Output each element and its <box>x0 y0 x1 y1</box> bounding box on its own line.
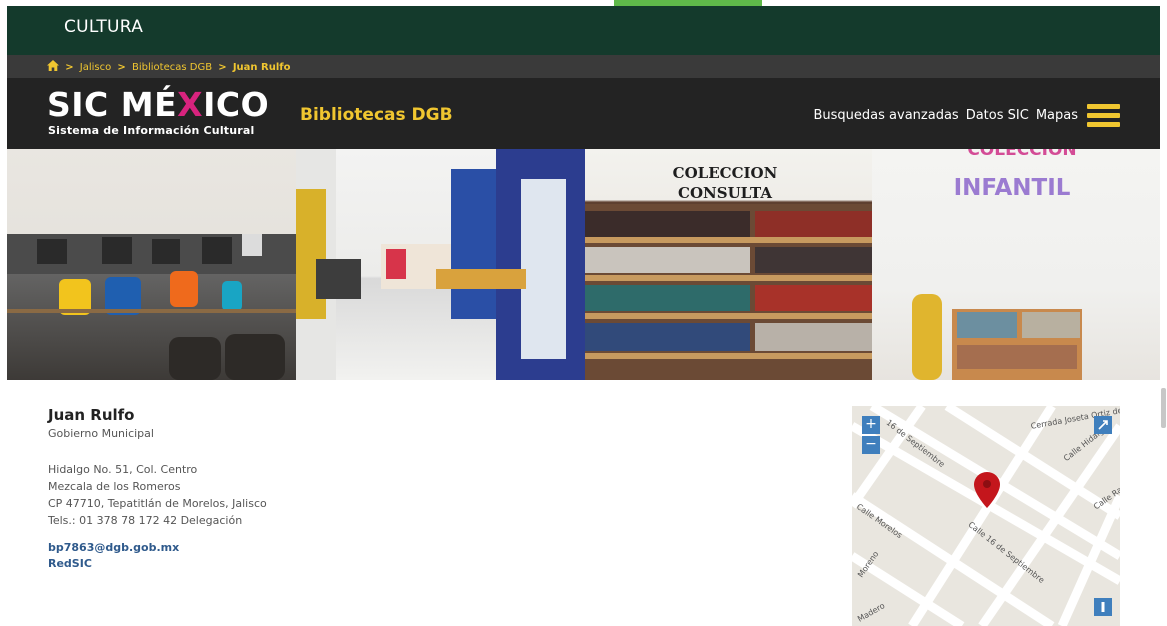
address-line: CP 47710, Tepatitlán de Morelos, Jalisco <box>48 497 267 510</box>
main-nav: Busquedas avanzadas Datos SIC Mapas <box>814 108 1079 123</box>
photo-coleccion-infantil: COLECCION INFANTIL <box>872 149 1160 380</box>
email-link[interactable]: bp7863@dgb.gob.mx <box>48 541 267 554</box>
phone-line: Tels.: 01 378 78 172 42 Delegación <box>48 514 243 527</box>
map-marker-icon[interactable] <box>974 472 1000 508</box>
library-name: Juan Rulfo <box>48 406 135 424</box>
library-photo-banner: COLECCION CONSULTA COLECCION INFANTIL <box>7 149 1160 380</box>
nav-mapas[interactable]: Mapas <box>1036 108 1078 123</box>
breadcrumb-item-jalisco[interactable]: Jalisco <box>80 62 111 73</box>
sic-mexico-logo[interactable]: SIC MÉXICO <box>47 87 269 123</box>
svg-text:COLECCION: COLECCION <box>967 149 1076 160</box>
cultura-title[interactable]: CULTURA <box>64 17 143 37</box>
redsic-link[interactable]: RedSIC <box>48 557 267 570</box>
photo-coleccion-consulta: COLECCION CONSULTA <box>585 149 872 380</box>
library-info: Juan Rulfo Gobierno Municipal Hidalgo No… <box>48 406 267 570</box>
scrollbar-thumb[interactable] <box>1161 388 1166 428</box>
breadcrumb-bar: > Jalisco > Bibliotecas DGB > Juan Rulfo <box>7 55 1160 78</box>
location-map[interactable]: 16 de Septiembre Cerrada Joseta Ortiz de… <box>852 406 1120 626</box>
zoom-in-button[interactable]: + <box>862 416 880 434</box>
breadcrumb-separator: > <box>218 62 227 73</box>
zoom-controls: + − <box>862 416 880 456</box>
breadcrumb-item-current: Juan Rulfo <box>232 62 291 73</box>
breadcrumb-separator: > <box>117 62 126 73</box>
svg-text:CONSULTA: CONSULTA <box>678 184 772 202</box>
svg-text:INFANTIL: INFANTIL <box>954 175 1071 201</box>
page: CULTURA > Jalisco > Bibliotecas DGB > Ju… <box>0 0 1167 626</box>
logo-subtitle: Sistema de Información Cultural <box>48 124 255 137</box>
breadcrumb: > Jalisco > Bibliotecas DGB > Juan Rulfo <box>47 60 290 73</box>
breadcrumb-separator: > <box>65 62 74 73</box>
site-header: SIC MÉXICO Sistema de Información Cultur… <box>7 78 1160 149</box>
map-info-icon[interactable] <box>1094 598 1112 616</box>
cultura-topbar: CULTURA <box>7 6 1160 55</box>
library-address: Hidalgo No. 51, Col. Centro Mezcala de l… <box>48 461 267 529</box>
top-accent-tab <box>614 0 762 6</box>
hamburger-icon[interactable] <box>1087 104 1120 128</box>
photo-computer-room <box>7 149 296 380</box>
breadcrumb-item-bibliotecas[interactable]: Bibliotecas DGB <box>132 62 212 73</box>
expand-map-icon[interactable] <box>1094 416 1112 434</box>
nav-busquedas-avanzadas[interactable]: Busquedas avanzadas <box>814 108 959 123</box>
page-scrollbar[interactable] <box>1160 0 1167 626</box>
svg-text:COLECCION: COLECCION <box>673 164 778 182</box>
library-type: Gobierno Municipal <box>48 427 154 440</box>
section-title[interactable]: Bibliotecas DGB <box>300 105 453 125</box>
address-line: Hidalgo No. 51, Col. Centro <box>48 463 198 476</box>
photo-reading-hall <box>296 149 585 380</box>
address-line: Mezcala de los Romeros <box>48 480 181 493</box>
zoom-out-button[interactable]: − <box>862 436 880 454</box>
home-icon[interactable] <box>47 60 59 71</box>
nav-datos-sic[interactable]: Datos SIC <box>966 108 1029 123</box>
